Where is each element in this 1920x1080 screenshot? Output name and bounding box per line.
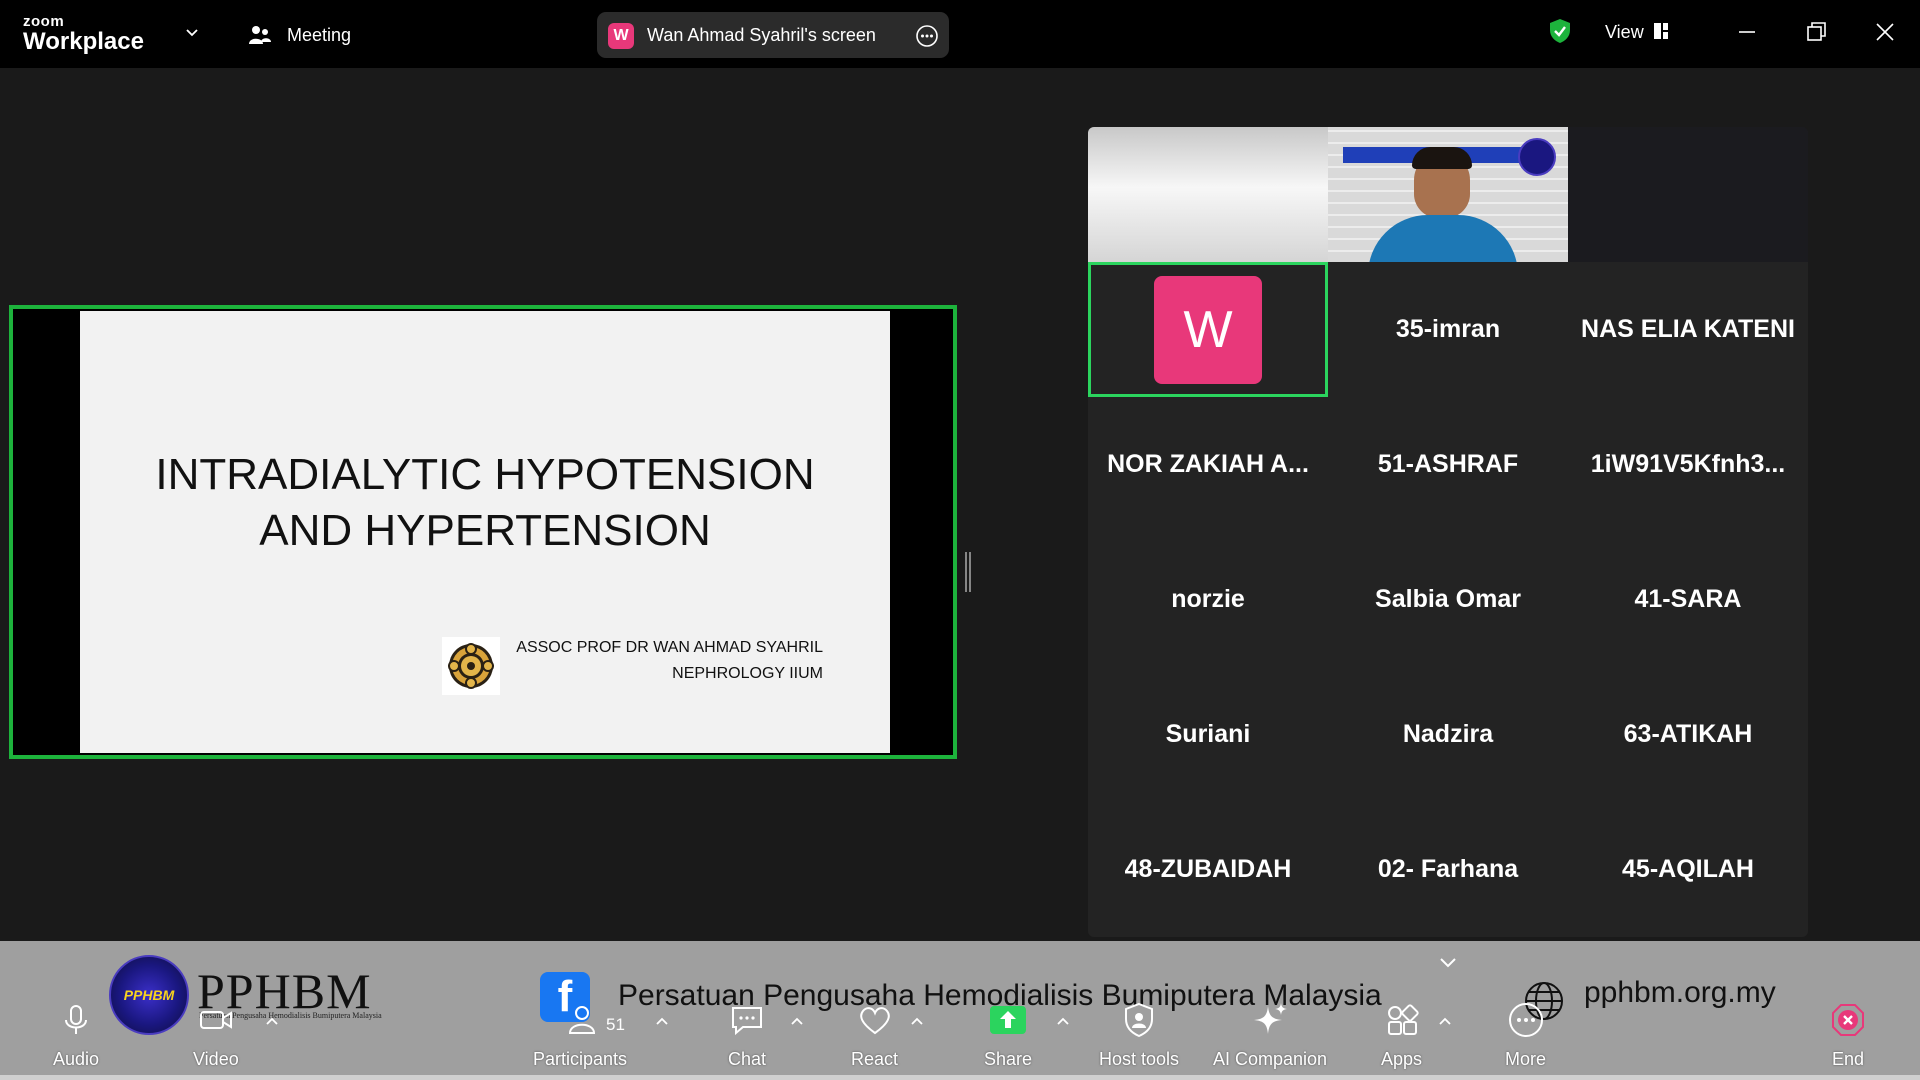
participant-tile[interactable]: 1iW91V5Kfnh3... bbox=[1568, 397, 1808, 532]
website-url: pphbm.org.my bbox=[1584, 976, 1776, 1009]
ai-companion-button[interactable]: AI Companion bbox=[1213, 1000, 1327, 1070]
speaker-shirt bbox=[1368, 215, 1518, 262]
microphone-icon bbox=[65, 1005, 88, 1034]
grid-view-icon[interactable] bbox=[1653, 22, 1669, 40]
participant-tile[interactable]: norzie bbox=[1088, 532, 1328, 667]
zoom-logo-workplace: Workplace bbox=[23, 28, 144, 55]
host-tools-shield-icon bbox=[1125, 1002, 1154, 1038]
more-label: More bbox=[1505, 1049, 1547, 1069]
participant-tile[interactable]: 41-SARA bbox=[1568, 532, 1808, 667]
video-tile-speaker[interactable] bbox=[1328, 127, 1568, 262]
chat-button[interactable]: Chat bbox=[727, 1000, 767, 1070]
chevron-down-icon[interactable] bbox=[184, 24, 200, 40]
participant-tile[interactable]: 48-ZUBAIDAH bbox=[1088, 802, 1328, 937]
participant-gallery: W 35-imran NAS ELIA KATENI NOR ZAKIAH A.… bbox=[1088, 127, 1808, 937]
participant-tile[interactable]: 63-ATIKAH bbox=[1568, 667, 1808, 802]
video-button[interactable]: Video bbox=[193, 1000, 239, 1070]
encryption-shield-icon[interactable] bbox=[1548, 18, 1572, 44]
participant-tile[interactable]: Suriani bbox=[1088, 667, 1328, 802]
title-bar: zoom Workplace Meeting W Wan Ahmad Syahr… bbox=[0, 0, 1920, 68]
slide-title-line2: AND HYPERTENSION bbox=[259, 506, 711, 555]
splitter-handle-icon[interactable] bbox=[964, 552, 972, 592]
slide-author: ASSOC PROF DR WAN AHMAD SYAHRIL NEPHROLO… bbox=[500, 635, 823, 687]
meeting-info-icon[interactable] bbox=[247, 22, 273, 48]
host-tools-label: Host tools bbox=[1099, 1049, 1180, 1069]
participants-count: 51 bbox=[606, 1015, 625, 1034]
heart-icon bbox=[859, 1007, 890, 1035]
share-label: Share bbox=[984, 1049, 1033, 1069]
participant-tile[interactable]: 51-ASHRAF bbox=[1328, 397, 1568, 532]
participants-icon bbox=[569, 1006, 596, 1034]
speaker-hair bbox=[1412, 147, 1472, 169]
university-emblem-icon bbox=[442, 637, 500, 695]
apps-options-caret-icon[interactable] bbox=[1438, 1016, 1452, 1026]
video-tile-blank[interactable] bbox=[1088, 127, 1328, 262]
more-options-icon[interactable] bbox=[915, 24, 939, 48]
share-options-caret-icon[interactable] bbox=[1056, 1016, 1070, 1026]
end-label: End bbox=[1831, 1049, 1865, 1069]
backdrop-logo bbox=[1518, 138, 1556, 176]
restore-icon[interactable] bbox=[1802, 18, 1830, 46]
participants-label: Participants bbox=[533, 1049, 628, 1069]
participant-tile-active[interactable]: W bbox=[1088, 262, 1328, 397]
video-label: Video bbox=[193, 1049, 239, 1069]
participants-button[interactable]: Participants bbox=[533, 1000, 627, 1070]
screen-share-label: Wan Ahmad Syahril's screen bbox=[647, 25, 876, 45]
react-label: React bbox=[851, 1049, 899, 1069]
slide-title-line1: INTRADIALYTIC HYPOTENSION bbox=[155, 450, 815, 499]
pphbm-logo-icon: PPHBM bbox=[109, 955, 189, 1035]
chat-options-caret-icon[interactable] bbox=[790, 1016, 804, 1026]
screen-share-indicator[interactable]: W Wan Ahmad Syahril's screen bbox=[597, 12, 949, 58]
ai-companion-label: AI Companion bbox=[1213, 1049, 1328, 1069]
participant-tile[interactable]: NAS ELIA KATENI bbox=[1568, 262, 1808, 397]
shared-screen[interactable]: INTRADIALYTIC HYPOTENSION AND HYPERTENSI… bbox=[9, 305, 957, 759]
sharer-avatar: W bbox=[608, 23, 634, 49]
participant-tile[interactable]: 35-imran bbox=[1328, 262, 1568, 397]
minimize-icon[interactable] bbox=[1733, 18, 1761, 46]
host-tools-button[interactable]: Host tools bbox=[1099, 1000, 1179, 1070]
participant-tile[interactable]: 45-AQILAH bbox=[1568, 802, 1808, 937]
participant-tile[interactable]: 02- Farhana bbox=[1328, 802, 1568, 937]
more-button[interactable]: More bbox=[1505, 1000, 1546, 1070]
chat-icon bbox=[732, 1007, 762, 1036]
sparkle-icon bbox=[1254, 1003, 1288, 1034]
end-meeting-button[interactable]: End bbox=[1828, 1000, 1868, 1070]
apps-label: Apps bbox=[1381, 1049, 1423, 1069]
bottom-strip bbox=[0, 1075, 1920, 1080]
video-tile-dark[interactable] bbox=[1568, 127, 1808, 262]
react-options-caret-icon[interactable] bbox=[910, 1016, 924, 1026]
author-name: ASSOC PROF DR WAN AHMAD SYAHRIL bbox=[516, 639, 823, 656]
presentation-slide: INTRADIALYTIC HYPOTENSION AND HYPERTENSI… bbox=[80, 311, 890, 753]
video-options-caret-icon[interactable] bbox=[265, 1016, 279, 1026]
react-button[interactable]: React bbox=[851, 1000, 898, 1070]
apps-button[interactable]: Apps bbox=[1381, 1000, 1422, 1070]
participant-tile[interactable]: Nadzira bbox=[1328, 667, 1568, 802]
slide-title: INTRADIALYTIC HYPOTENSION AND HYPERTENSI… bbox=[80, 447, 890, 559]
audio-label: Audio bbox=[53, 1049, 100, 1069]
share-screen-icon bbox=[990, 1006, 1027, 1034]
more-dots-icon bbox=[1508, 1003, 1543, 1037]
view-button[interactable]: View bbox=[1605, 22, 1644, 43]
end-meeting-icon bbox=[1832, 1004, 1864, 1036]
chat-label: Chat bbox=[727, 1049, 767, 1069]
meeting-label[interactable]: Meeting bbox=[287, 25, 351, 46]
participants-options-caret-icon[interactable] bbox=[655, 1016, 669, 1026]
apps-icon bbox=[1387, 1004, 1419, 1035]
video-camera-icon bbox=[199, 1011, 232, 1029]
author-department: NEPHROLOGY IIUM bbox=[672, 665, 823, 682]
share-button[interactable]: Share bbox=[984, 1000, 1032, 1070]
audio-button[interactable]: Audio bbox=[53, 1000, 99, 1070]
close-icon[interactable] bbox=[1871, 18, 1899, 46]
participant-avatar: W bbox=[1154, 275, 1262, 384]
participant-tile[interactable]: NOR ZAKIAH A... bbox=[1088, 397, 1328, 532]
scroll-down-chevron-icon[interactable] bbox=[1436, 950, 1460, 974]
participant-tile[interactable]: Salbia Omar bbox=[1328, 532, 1568, 667]
